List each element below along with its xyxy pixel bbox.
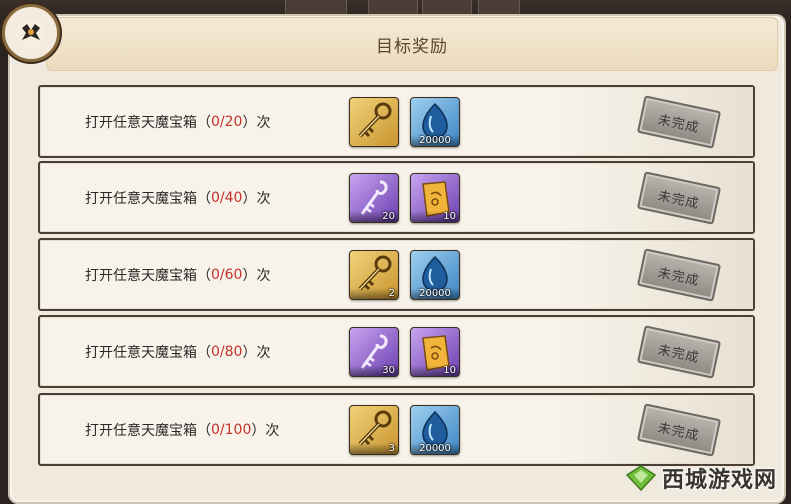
reward-item-blue-crystal[interactable]: 20000 — [410, 405, 460, 455]
task-progress: 0/20 — [211, 113, 243, 130]
reward-quantity: 20000 — [411, 443, 459, 454]
task-progress: 0/100 — [211, 421, 252, 438]
reward-quantity: 2 — [350, 288, 398, 299]
reward-item-blue-crystal[interactable]: 20000 — [410, 97, 460, 147]
watermark-text: 西城游戏网 — [661, 468, 777, 493]
golden-key-icon — [358, 102, 392, 138]
task-label: 打开任意天魔宝箱（ 0/60 ）次 — [85, 266, 271, 284]
task-row: 打开任意天魔宝箱（ 0/20 ）次 20000 未完成 — [38, 85, 755, 158]
task-row: 打开任意天魔宝箱（ 0/40 ）次 20 10 未完成 — [38, 161, 755, 234]
task-row: 打开任意天魔宝箱（ 0/100 ）次 3 20000 未完成 — [38, 393, 755, 466]
reward-item-golden-key[interactable]: 2 — [349, 250, 399, 300]
reward-quantity: 20000 — [411, 288, 459, 299]
reward-item-golden-scroll[interactable]: 10 — [410, 327, 460, 377]
reward-quantity: 3 — [350, 443, 398, 454]
reward-item-purple-key[interactable]: 30 — [349, 327, 399, 377]
site-watermark: 西城游戏网 — [617, 460, 777, 496]
reward-item-purple-key[interactable]: 20 — [349, 173, 399, 223]
task-row: 打开任意天魔宝箱（ 0/60 ）次 2 20000 未完成 — [38, 238, 755, 311]
task-row: 打开任意天魔宝箱（ 0/80 ）次 30 10 未完成 — [38, 315, 755, 388]
reward-quantity: 30 — [350, 365, 398, 376]
panel-title-bar: 目标奖励 — [46, 17, 778, 71]
watermark-logo-icon — [625, 465, 657, 492]
reward-item-blue-crystal[interactable]: 20000 — [410, 250, 460, 300]
reward-quantity: 20000 — [411, 135, 459, 146]
task-label: 打开任意天魔宝箱（ 0/100 ）次 — [85, 421, 280, 439]
task-progress: 0/60 — [211, 266, 243, 283]
reward-item-golden-key[interactable]: 3 — [349, 405, 399, 455]
reward-quantity: 10 — [411, 211, 459, 222]
reward-item-golden-scroll[interactable]: 10 — [410, 173, 460, 223]
task-progress: 0/40 — [211, 189, 243, 206]
panel-emblem-icon[interactable] — [2, 4, 60, 62]
task-label: 打开任意天魔宝箱（ 0/20 ）次 — [85, 113, 271, 131]
reward-item-golden-key[interactable] — [349, 97, 399, 147]
task-label: 打开任意天魔宝箱（ 0/80 ）次 — [85, 343, 271, 361]
reward-quantity: 10 — [411, 365, 459, 376]
panel-title: 目标奖励 — [376, 36, 448, 57]
task-label: 打开任意天魔宝箱（ 0/40 ）次 — [85, 189, 271, 207]
reward-quantity: 20 — [350, 211, 398, 222]
task-progress: 0/80 — [211, 343, 243, 360]
